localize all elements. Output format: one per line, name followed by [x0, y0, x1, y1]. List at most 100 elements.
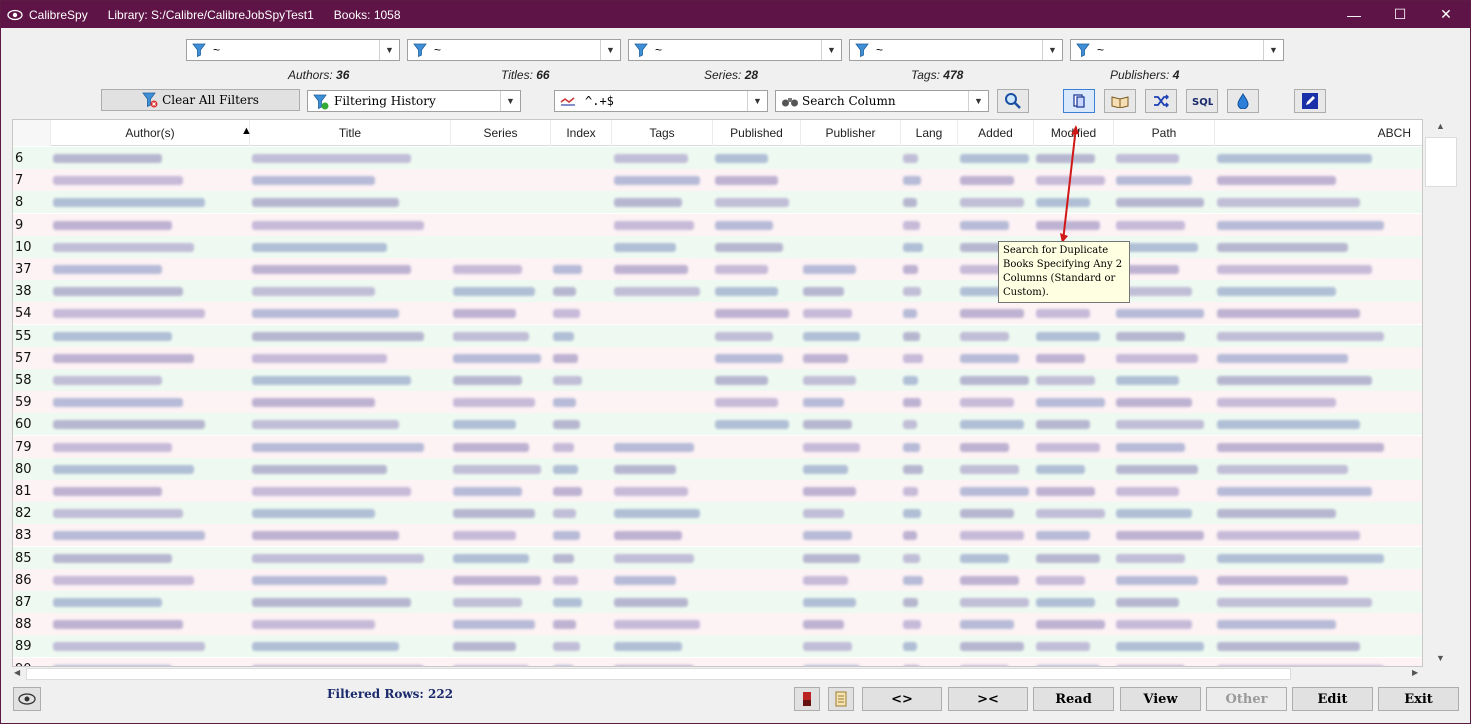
chevron-down-icon[interactable]: ▼ — [379, 40, 399, 60]
obscured-cell — [1116, 553, 1186, 563]
scroll-thumb-horizontal[interactable] — [26, 668, 1291, 680]
obscured-cell — [1217, 331, 1384, 341]
scroll-down-icon[interactable]: ▼ — [1436, 653, 1445, 663]
table-row[interactable]: 89 — [13, 635, 1422, 658]
table-row[interactable]: 10 — [13, 235, 1422, 258]
duplicate-books-button[interactable] — [1063, 89, 1095, 113]
column-header-index[interactable]: Index — [551, 120, 612, 146]
chevron-down-icon[interactable]: ▼ — [1042, 40, 1062, 60]
table-row[interactable]: 81 — [13, 480, 1422, 502]
obscured-cell — [803, 598, 856, 607]
title-filter-combo[interactable]: ~ ▼ — [407, 39, 621, 61]
table-row[interactable]: 37 — [13, 258, 1422, 280]
horizontal-scrollbar[interactable]: ◀ ▶ — [12, 667, 1423, 682]
obscured-cell — [960, 353, 1019, 363]
column-header-path[interactable]: Path — [1114, 120, 1215, 146]
table-row[interactable]: 55 — [13, 324, 1422, 347]
obscured-cell — [960, 598, 1029, 607]
obscured-cell — [903, 509, 922, 519]
regex-search-combo[interactable]: ^.+$ ▼ — [554, 90, 768, 112]
row-number: 86 — [15, 572, 32, 588]
color-theme-button[interactable] — [1227, 89, 1259, 113]
notes-button[interactable] — [828, 687, 854, 711]
author-filter-combo[interactable]: ~ ▼ — [186, 39, 400, 61]
scroll-right-icon[interactable]: ▶ — [1412, 668, 1418, 677]
row-number: 89 — [15, 639, 32, 655]
sql-query-button[interactable]: SQL — [1186, 89, 1218, 113]
exit-button[interactable]: Exit — [1378, 687, 1459, 711]
obscured-cell — [553, 598, 583, 607]
chevron-down-icon[interactable]: ▼ — [500, 91, 520, 111]
table-row[interactable]: 87 — [13, 591, 1422, 613]
row-number: 55 — [15, 328, 32, 344]
obscured-cell — [960, 220, 1009, 230]
table-row[interactable]: 85 — [13, 546, 1422, 569]
column-header-tags[interactable]: Tags — [612, 120, 713, 146]
obscured-cell — [453, 509, 535, 519]
table-row[interactable]: 54 — [13, 302, 1422, 325]
chevron-down-icon[interactable]: ▼ — [821, 40, 841, 60]
search-column-combo[interactable]: Search Column ▼ — [775, 90, 989, 112]
table-row[interactable]: 90 — [13, 657, 1422, 666]
table-row[interactable]: 86 — [13, 568, 1422, 591]
obscured-cell — [1116, 198, 1205, 208]
table-row[interactable]: 58 — [13, 369, 1422, 391]
column-header-series[interactable]: Series — [451, 120, 551, 146]
table-row[interactable]: 9 — [13, 213, 1422, 236]
book-cover-button[interactable] — [1104, 89, 1136, 113]
table-row[interactable]: 8 — [13, 191, 1422, 214]
obscured-cell — [252, 575, 387, 585]
table-row[interactable]: 80 — [13, 457, 1422, 480]
search-button[interactable] — [997, 89, 1029, 113]
column-header-title[interactable]: Title — [250, 120, 451, 146]
view-button[interactable]: View — [1120, 687, 1201, 711]
clear-all-filters-button[interactable]: Clear All Filters — [101, 89, 300, 111]
spy-eye-button[interactable] — [13, 687, 41, 711]
book-red-button[interactable] — [794, 687, 820, 711]
chevron-down-icon[interactable]: ▼ — [747, 91, 767, 111]
obscured-cell — [252, 642, 399, 652]
table-row[interactable]: 59 — [13, 391, 1422, 414]
chevron-down-icon[interactable]: ▼ — [1263, 40, 1283, 60]
maximize-button[interactable]: ☐ — [1377, 1, 1423, 28]
previous-match-button[interactable]: <> — [862, 687, 942, 711]
external-edit-button[interactable] — [1294, 89, 1326, 113]
series-filter-combo[interactable]: ~ ▼ — [628, 39, 842, 61]
obscured-cell — [903, 464, 923, 474]
scroll-left-icon[interactable]: ◀ — [14, 668, 20, 677]
chevron-down-icon[interactable]: ▼ — [600, 40, 620, 60]
table-row[interactable]: 60 — [13, 413, 1422, 436]
minimize-button[interactable]: — — [1331, 1, 1377, 28]
vertical-scrollbar[interactable]: ▲ ▼ — [1424, 119, 1458, 667]
obscured-cell — [903, 420, 917, 430]
scroll-thumb[interactable] — [1425, 137, 1457, 187]
obscured-cell — [1217, 553, 1384, 563]
table-row[interactable]: 6 — [13, 147, 1422, 169]
column-header-authors[interactable]: Author(s) — [51, 120, 250, 146]
table-row[interactable]: 7 — [13, 169, 1422, 192]
column-header-lang[interactable]: Lang — [901, 120, 958, 146]
scroll-up-icon[interactable]: ▲ — [1436, 121, 1445, 131]
close-button[interactable]: ✕ — [1423, 1, 1469, 28]
chevron-down-icon[interactable]: ▼ — [968, 91, 988, 111]
table-row[interactable]: 82 — [13, 502, 1422, 525]
table-row[interactable]: 79 — [13, 435, 1422, 458]
obscured-cell — [715, 398, 778, 408]
column-header-abch[interactable]: ABCH — [1215, 120, 1422, 146]
column-header-published[interactable]: Published — [713, 120, 801, 146]
title-filter-value: ~ — [434, 43, 442, 57]
edit-button[interactable]: Edit — [1292, 687, 1373, 711]
tags-filter-combo[interactable]: ~ ▼ — [849, 39, 1063, 61]
column-header-added[interactable]: Added — [958, 120, 1034, 146]
other-button[interactable]: Other — [1206, 687, 1287, 711]
publishers-filter-combo[interactable]: ~ ▼ — [1070, 39, 1284, 61]
column-header-publisher[interactable]: Publisher — [801, 120, 901, 146]
table-row[interactable]: 83 — [13, 524, 1422, 547]
read-button[interactable]: Read — [1033, 687, 1114, 711]
filtering-history-combo[interactable]: Filtering History ▼ — [307, 90, 521, 112]
table-row[interactable]: 38 — [13, 280, 1422, 303]
random-shuffle-button[interactable] — [1145, 89, 1177, 113]
table-row[interactable]: 88 — [13, 613, 1422, 636]
next-match-button[interactable]: >< — [948, 687, 1028, 711]
table-row[interactable]: 57 — [13, 346, 1422, 369]
